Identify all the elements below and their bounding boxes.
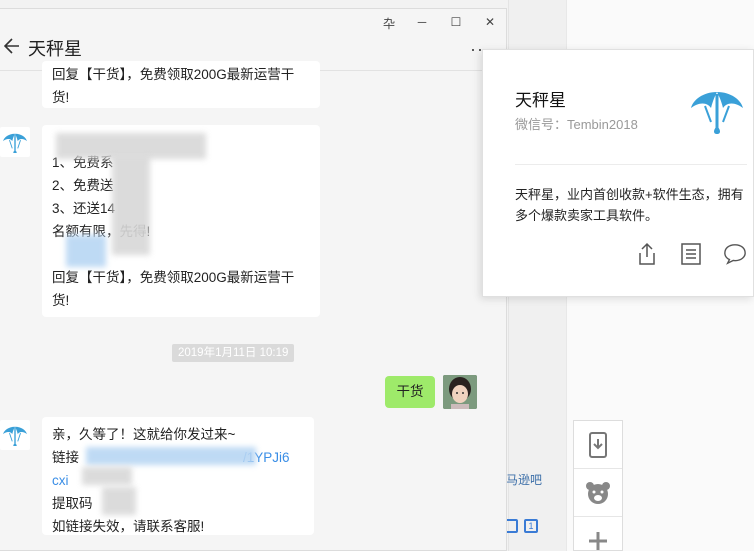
contact-avatar[interactable] <box>0 127 30 157</box>
my-avatar[interactable] <box>443 375 477 409</box>
blurred-content <box>112 155 150 255</box>
phone-download-icon[interactable] <box>574 421 622 469</box>
background-bottom-icons: 1 <box>504 519 538 533</box>
scale-logo-icon <box>3 426 27 446</box>
blurred-content <box>102 487 136 515</box>
message-text: 亲，久等了！这就给你发过来~ <box>52 427 236 442</box>
profile-card: 天秤星 微信号：Tembin2018 天秤星，业内首创收款+软件生态，拥有多个爆… <box>482 49 754 297</box>
side-toolbar <box>573 420 623 551</box>
pin-icon[interactable]: 卆 <box>379 15 399 32</box>
close-icon[interactable]: ✕ <box>480 15 500 29</box>
blurred-content <box>66 235 106 267</box>
minimize-icon[interactable]: ─ <box>412 15 432 29</box>
timestamp: 2019年1月11日 10:19 <box>172 344 295 362</box>
message-bubble: 1、免费系 2、免费送 3、还送14 名额有限，先得! 回复【干货】，免费领取2… <box>42 125 320 317</box>
divider <box>515 164 747 165</box>
chat-title: 天秤星 <box>28 39 82 59</box>
blurred-content <box>86 447 256 465</box>
background-link[interactable]: 马逊吧 <box>506 471 542 488</box>
message-bubble: 亲，久等了！这就给你发过来~ 链接/1YPJi6 cxi 提取码 如链接失效，请… <box>42 417 314 535</box>
message-text: 货! <box>52 293 70 308</box>
scale-logo-icon <box>691 92 743 134</box>
profile-avatar[interactable] <box>689 86 745 134</box>
back-arrow-icon[interactable] <box>3 35 20 59</box>
scale-logo-icon <box>3 133 27 153</box>
document-icon[interactable] <box>679 242 703 266</box>
profile-actions <box>635 242 747 266</box>
message-text: 回复【干货】，免费领取200G最新运营干 <box>52 67 295 82</box>
message-text: 3、还送14 <box>52 201 116 216</box>
profile-wechat-id: 微信号：Tembin2018 <box>515 117 638 132</box>
plus-icon[interactable] <box>574 517 622 551</box>
chat-window: 卆 ─ ☐ ✕ 天秤星 ··· 回复【干货】，免费领取200G最新运营干 货! … <box>0 8 507 551</box>
blurred-content <box>82 467 132 485</box>
profile-description: 天秤星，业内首创收款+软件生态，拥有多个爆款卖家工具软件。 <box>515 187 744 223</box>
contact-avatar[interactable] <box>0 420 30 450</box>
message-bubble: 回复【干货】，免费领取200G最新运营干 货! <box>42 61 320 108</box>
message-text: 2、免费送 <box>52 178 114 193</box>
message-text: 货! <box>52 90 70 105</box>
profile-name: 天秤星 <box>515 91 566 110</box>
bear-icon[interactable] <box>574 469 622 517</box>
message-text: 回复【干货】，免费领取200G最新运营干 <box>52 270 295 285</box>
message-text: 如链接失效，请联系客服! <box>52 519 205 534</box>
chat-icon[interactable] <box>723 242 747 266</box>
share-icon[interactable] <box>635 242 659 266</box>
message-text: 提取码 <box>52 496 93 511</box>
my-message-bubble: 干货 <box>385 376 435 408</box>
maximize-icon[interactable]: ☐ <box>446 15 466 29</box>
app-icon[interactable]: 1 <box>524 519 538 533</box>
